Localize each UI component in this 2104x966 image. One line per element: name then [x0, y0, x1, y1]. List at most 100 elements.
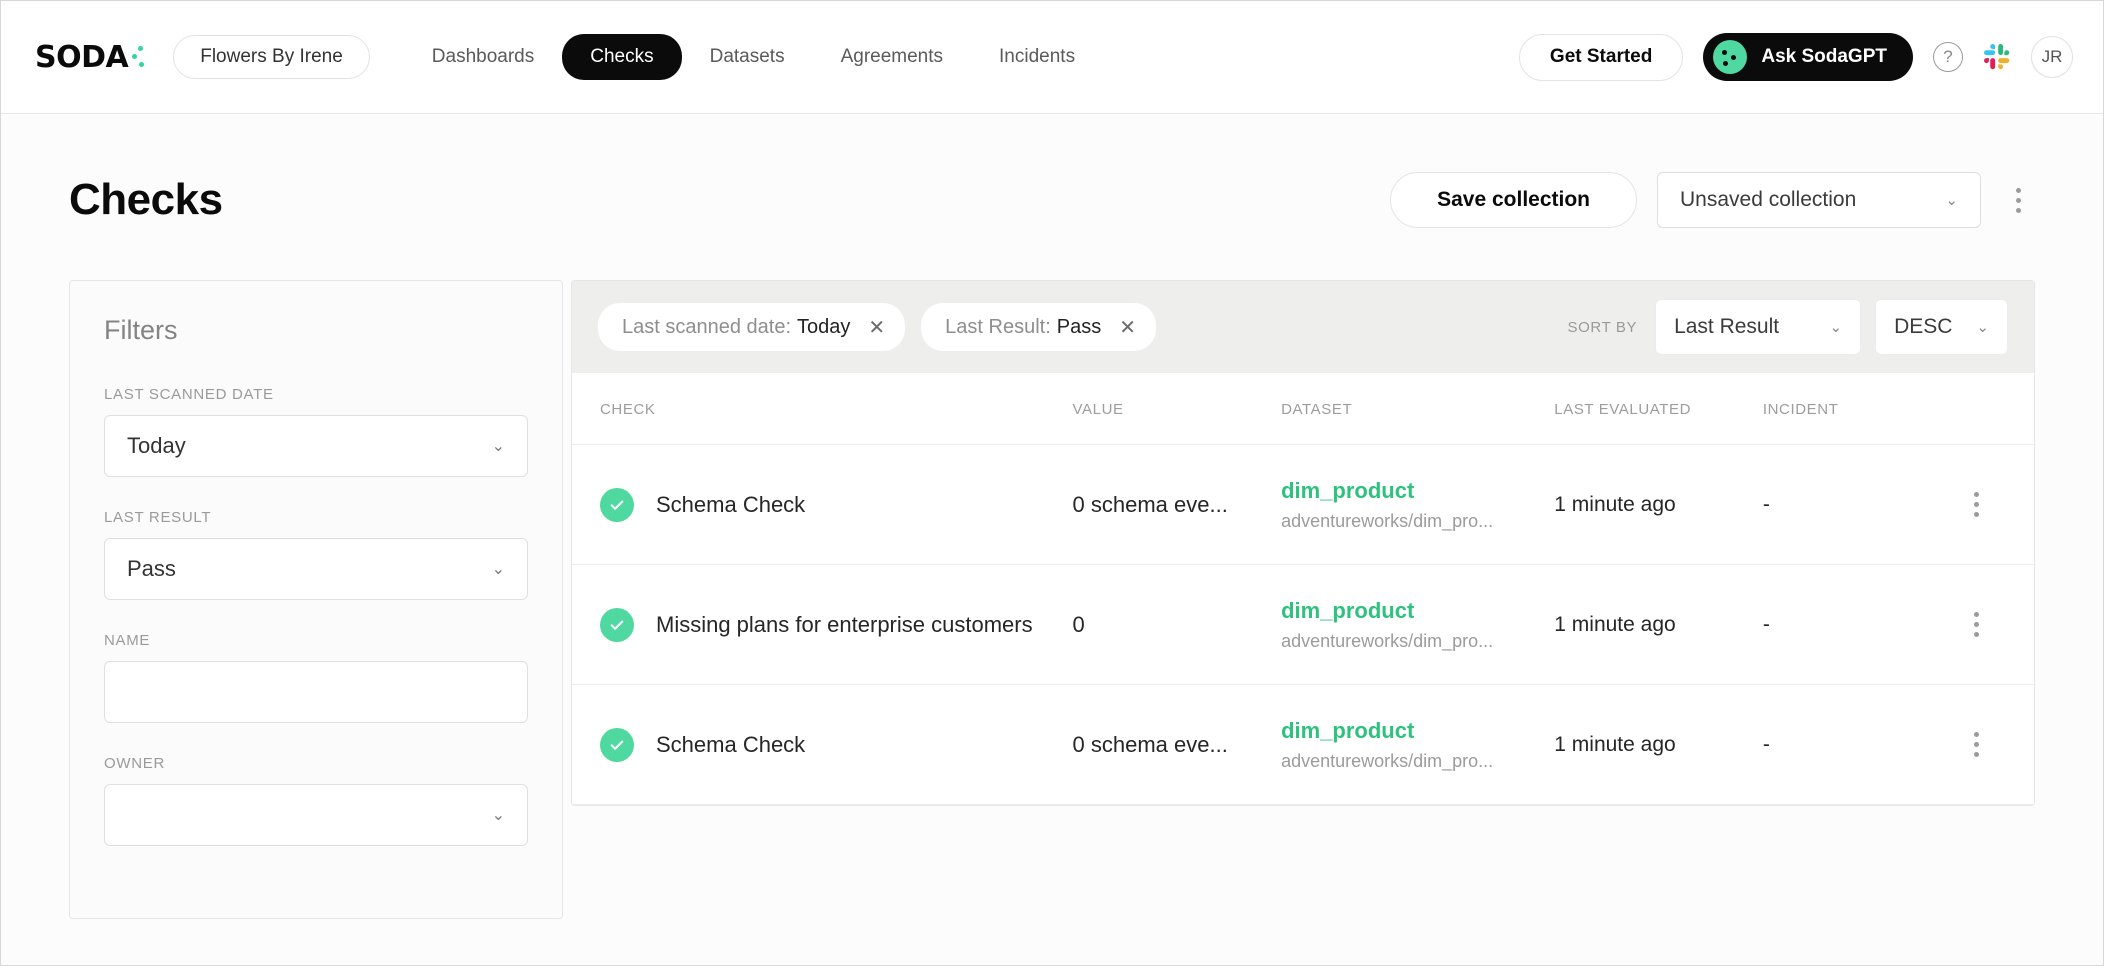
name-input[interactable]: [104, 661, 528, 723]
ask-sodagpt-button[interactable]: Ask SodaGPT: [1703, 33, 1913, 81]
app-page: SODA Flowers By Irene Dashboards Checks …: [0, 0, 2104, 966]
cell-actions: [1919, 564, 2034, 685]
soda-logo-dots-icon: [131, 44, 147, 70]
check-value: 0 schema eve...: [1072, 491, 1228, 517]
help-icon[interactable]: ?: [1933, 42, 1963, 72]
filter-chip-last-result[interactable]: Last Result: Pass ✕: [921, 303, 1156, 351]
workspace-name: Flowers By Irene: [200, 46, 343, 67]
cell-check: Missing plans for enterprise customers: [572, 564, 1073, 685]
cell-actions: [1919, 444, 2034, 565]
nav-item-agreements[interactable]: Agreements: [813, 34, 971, 80]
app-header: SODA Flowers By Irene Dashboards Checks …: [1, 1, 2103, 114]
dataset-link[interactable]: dim_product: [1281, 597, 1554, 626]
workspace-selector[interactable]: Flowers By Irene: [173, 35, 370, 79]
filter-owner: OWNER ⌄: [104, 755, 528, 846]
filter-label: LAST SCANNED DATE: [104, 386, 274, 403]
chip-key: Last scanned date:: [622, 315, 792, 338]
chevron-down-icon: ⌄: [1829, 319, 1843, 336]
filter-label: LAST RESULT: [104, 509, 212, 526]
row-overflow-menu-button[interactable]: [1960, 485, 1994, 525]
filter-chip-last-scanned-date[interactable]: Last scanned date: Today ✕: [598, 303, 906, 351]
collection-select-value: Unsaved collection: [1680, 188, 1857, 211]
column-header-last-evaluated[interactable]: LAST EVALUATED: [1554, 373, 1763, 445]
cell-incident: -: [1762, 564, 1920, 685]
owner-select[interactable]: ⌄: [104, 784, 528, 846]
column-header-check[interactable]: CHECK: [572, 373, 1073, 445]
soda-logo[interactable]: SODA: [35, 40, 147, 75]
cell-value: 0 schema eve...: [1072, 444, 1282, 565]
sort-field-value: Last Result: [1674, 315, 1780, 338]
get-started-label: Get Started: [1549, 46, 1653, 67]
last-result-value: Pass: [127, 556, 176, 581]
row-overflow-menu-button[interactable]: [1960, 605, 1994, 645]
table-row[interactable]: Schema Check 0 schema eve... dim_product…: [572, 684, 2034, 805]
chevron-down-icon: ⌄: [1945, 192, 1958, 209]
nav-label: Agreements: [840, 46, 944, 67]
dataset-link[interactable]: dim_product: [1281, 477, 1554, 506]
nav-item-dashboards[interactable]: Dashboards: [404, 34, 562, 80]
filter-last-result: LAST RESULT Pass ⌄: [104, 509, 528, 600]
help-glyph: ?: [1943, 47, 1953, 66]
close-icon[interactable]: ✕: [1119, 315, 1136, 340]
filters-panel: Filters LAST SCANNED DATE Today ⌄ LAST R…: [69, 280, 563, 919]
sort-direction-select[interactable]: DESC ⌄: [1875, 299, 2008, 355]
checks-table: CHECK VALUE DATASET LAST EVALUATED INCID…: [572, 373, 2034, 805]
column-header-dataset[interactable]: DATASET: [1281, 373, 1555, 445]
close-icon[interactable]: ✕: [868, 315, 885, 340]
ask-sodagpt-label: Ask SodaGPT: [1761, 46, 1887, 67]
check-value: 0: [1072, 611, 1085, 637]
nav-item-checks[interactable]: Checks: [562, 34, 682, 80]
cell-last-evaluated: 1 minute ago: [1554, 564, 1763, 685]
cell-last-evaluated: 1 minute ago: [1554, 444, 1763, 565]
filter-name: NAME: [104, 632, 528, 723]
sodagpt-bubble-icon: [1713, 40, 1748, 74]
cell-incident: -: [1762, 684, 1920, 805]
incident-value: -: [1762, 492, 1770, 516]
page-overflow-menu-button[interactable]: [2001, 180, 2035, 220]
slack-icon[interactable]: [1983, 43, 2011, 71]
table-head: CHECK VALUE DATASET LAST EVALUATED INCID…: [572, 373, 2034, 445]
table-row[interactable]: Missing plans for enterprise customers 0…: [572, 564, 2034, 685]
cell-incident: -: [1762, 444, 1920, 565]
chevron-down-icon: ⌄: [491, 561, 505, 578]
nav-item-datasets[interactable]: Datasets: [682, 34, 813, 80]
nav-label: Incidents: [999, 46, 1076, 67]
collection-select[interactable]: Unsaved collection ⌄: [1657, 172, 1981, 228]
last-evaluated: 1 minute ago: [1554, 492, 1676, 516]
incident-value: -: [1762, 612, 1770, 636]
nav-label: Dashboards: [431, 46, 535, 67]
last-scanned-date-select[interactable]: Today ⌄: [104, 415, 528, 477]
cell-check: Schema Check: [572, 684, 1073, 805]
dataset-path: adventureworks/dim_pro...: [1281, 630, 1494, 651]
nav-item-incidents[interactable]: Incidents: [971, 34, 1103, 80]
get-started-button[interactable]: Get Started: [1518, 33, 1684, 81]
table-header-row: CHECK VALUE DATASET LAST EVALUATED INCID…: [572, 373, 2034, 445]
cell-actions: [1919, 684, 2034, 805]
page-title: Checks: [69, 175, 223, 224]
column-header-incident[interactable]: INCIDENT: [1762, 373, 1920, 445]
page-header-actions: Save collection Unsaved collection ⌄: [1390, 172, 2035, 228]
row-overflow-menu-button[interactable]: [1960, 725, 1994, 765]
sort-field-select[interactable]: Last Result ⌄: [1655, 299, 1862, 355]
save-collection-button[interactable]: Save collection: [1390, 172, 1637, 228]
check-name: Missing plans for enterprise customers: [656, 611, 1033, 637]
column-header-value[interactable]: VALUE: [1072, 373, 1282, 445]
nav-label: Checks: [590, 46, 654, 67]
last-result-select[interactable]: Pass ⌄: [104, 538, 528, 600]
table-row[interactable]: Schema Check 0 schema eve... dim_product…: [572, 444, 2034, 565]
filters-heading: Filters: [104, 315, 178, 345]
chip-key: Last Result:: [945, 315, 1051, 338]
filter-last-scanned-date: LAST SCANNED DATE Today ⌄: [104, 386, 528, 477]
chevron-down-icon: ⌄: [491, 807, 505, 824]
chevron-down-icon: ⌄: [491, 438, 505, 455]
dataset-link[interactable]: dim_product: [1281, 717, 1554, 746]
header-actions: Get Started Ask SodaGPT ? JR: [1518, 33, 2073, 81]
last-scanned-date-value: Today: [127, 433, 186, 458]
dataset-path: adventureworks/dim_pro...: [1281, 510, 1494, 531]
chip-value: Today: [797, 315, 851, 338]
user-avatar[interactable]: JR: [2031, 36, 2073, 78]
status-pass-icon: [600, 727, 634, 762]
sort-direction-value: DESC: [1894, 315, 1953, 338]
chip-value: Pass: [1056, 315, 1102, 338]
cell-last-evaluated: 1 minute ago: [1554, 684, 1763, 805]
